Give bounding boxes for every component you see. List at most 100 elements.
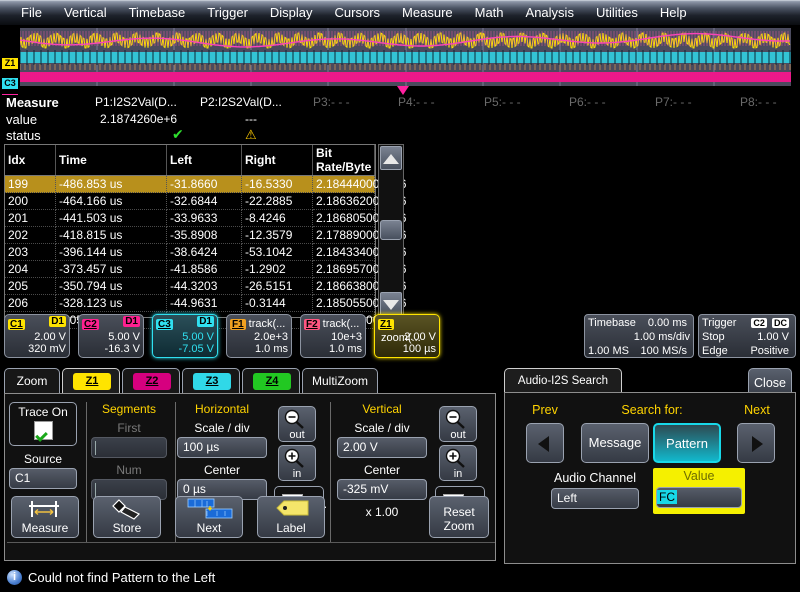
- measure-slot-p7-name[interactable]: P7:- - -: [655, 95, 692, 109]
- menu-item-measure[interactable]: Measure: [391, 5, 464, 21]
- next-button[interactable]: Next: [175, 496, 243, 538]
- descriptor-tag[interactable]: F2: [304, 319, 320, 330]
- descriptor-z1[interactable]: Z1zoom(...2.00 V100 µs: [374, 314, 440, 358]
- menu-item-math[interactable]: Math: [464, 5, 515, 21]
- descriptor-tag[interactable]: Z1: [378, 319, 394, 330]
- descriptor-tag[interactable]: C3: [156, 319, 173, 330]
- column-header-time[interactable]: Time: [56, 145, 167, 176]
- zoom-tab-z3[interactable]: Z3: [182, 368, 240, 394]
- measure-button[interactable]: Measure: [11, 496, 79, 538]
- vertical-center-field[interactable]: -325 mV: [337, 479, 427, 500]
- menu-item-trigger[interactable]: Trigger: [196, 5, 259, 21]
- scroll-down-button[interactable]: [380, 292, 402, 316]
- horizontal-zoom-in-button[interactable]: in: [278, 445, 316, 481]
- zoom-tab-z2[interactable]: Z2: [122, 368, 180, 394]
- vertical-zoom-in-button[interactable]: in: [439, 445, 477, 481]
- segments-first-field[interactable]: [91, 437, 167, 458]
- descriptor-c3[interactable]: C3D15.00 V-7.05 V: [152, 314, 218, 358]
- zoom-tab-multizoom[interactable]: MultiZoom: [302, 368, 378, 394]
- descriptor-probe-tag[interactable]: D1: [197, 316, 214, 327]
- horizontal-scale-field[interactable]: 100 µs: [177, 437, 267, 458]
- next-search-button[interactable]: [737, 423, 775, 463]
- vertical-scale-field[interactable]: 2.00 V: [337, 437, 427, 458]
- measure-slot-p3-name[interactable]: P3:- - -: [313, 95, 350, 109]
- measure-slot-p6-name[interactable]: P6:- - -: [569, 95, 606, 109]
- menu-item-timebase[interactable]: Timebase: [118, 5, 197, 21]
- column-header-right[interactable]: Right: [242, 145, 313, 176]
- descriptor-tag[interactable]: C1: [8, 319, 25, 330]
- table-row[interactable]: 202-418.815 us-35.8908-12.35792.17889000…: [5, 227, 375, 244]
- trigger-descriptor[interactable]: Trigger C2 DC Stop 1.00 V Edge Positive: [698, 314, 796, 358]
- trigger-coupling-badge[interactable]: DC: [772, 318, 789, 328]
- descriptor-tag[interactable]: F1: [230, 319, 246, 330]
- search-message-button[interactable]: Message: [581, 423, 649, 463]
- audio-i2s-search-tab[interactable]: Audio-I2S Search: [504, 368, 622, 395]
- descriptor-f2[interactable]: F2track(...10e+31.0 ms: [300, 314, 366, 358]
- scrollbar-thumb[interactable]: [380, 220, 402, 240]
- descriptor-offset: 1.0 ms: [304, 343, 362, 355]
- menu-item-help[interactable]: Help: [649, 5, 698, 21]
- menu-bar: FileVerticalTimebaseTriggerDisplayCursor…: [0, 0, 800, 25]
- measure-slot-p1-name[interactable]: P1:I2S2Val(D...: [95, 95, 177, 109]
- reset-zoom-button[interactable]: Reset Zoom: [429, 496, 489, 538]
- descriptor-c2[interactable]: C2D15.00 V-16.3 V: [78, 314, 144, 358]
- trace-on-checkbox[interactable]: [34, 421, 53, 440]
- label-button[interactable]: Label: [257, 496, 325, 538]
- horizontal-zoom-out-button[interactable]: out: [278, 406, 316, 442]
- trigger-position-marker[interactable]: [397, 86, 409, 95]
- timebase-descriptor[interactable]: Timebase 0.00 ms 1.00 ms/div 1.00 MS 100…: [584, 314, 694, 358]
- store-button[interactable]: Store: [93, 496, 161, 538]
- menu-item-analysis[interactable]: Analysis: [515, 5, 585, 21]
- timebase-scale: 1.00 ms/div: [634, 331, 690, 343]
- waveform-display[interactable]: Z1 C3 C2 ▼: [0, 26, 800, 94]
- source-field[interactable]: C1: [9, 468, 77, 489]
- audio-channel-field[interactable]: Left: [551, 488, 639, 509]
- descriptor-tag[interactable]: C2: [82, 319, 99, 330]
- source-label: Source: [9, 452, 77, 466]
- measure-slot-p5-name[interactable]: P5:- - -: [484, 95, 521, 109]
- descriptor-probe-tag[interactable]: D1: [49, 316, 66, 327]
- descriptor-f1[interactable]: F1track(...2.0e+31.0 ms: [226, 314, 292, 358]
- descriptor-probe-tag[interactable]: D1: [123, 316, 140, 327]
- table-row[interactable]: 205-350.794 us-44.3203-26.51512.18663800…: [5, 278, 375, 295]
- waveform-grid[interactable]: [20, 28, 791, 86]
- cell-time: -373.457 us: [56, 261, 167, 278]
- zoom-tab-z4[interactable]: Z4: [242, 368, 300, 394]
- measure-slot-p8-name[interactable]: P8:- - -: [740, 95, 777, 109]
- trace-on-box[interactable]: Trace On: [9, 402, 77, 446]
- menu-item-vertical[interactable]: Vertical: [53, 5, 118, 21]
- column-header-idx[interactable]: Idx: [5, 145, 56, 176]
- prev-search-button[interactable]: [526, 423, 564, 463]
- table-scrollbar[interactable]: [378, 144, 404, 318]
- scroll-up-button[interactable]: [380, 146, 402, 170]
- oscilloscope-screen: FileVerticalTimebaseTriggerDisplayCursor…: [0, 0, 800, 592]
- trigger-source-badge[interactable]: C2: [751, 318, 767, 328]
- table-row[interactable]: 204-373.457 us-41.8586-1.29022.186957000…: [5, 261, 375, 278]
- column-header-bitrate[interactable]: Bit Rate/Byte: [313, 145, 375, 176]
- table-row[interactable]: 201-441.503 us-33.9633-8.42462.186805000…: [5, 210, 375, 227]
- trace-label-c3[interactable]: C3: [2, 78, 18, 89]
- vertical-zoom-out-button[interactable]: out: [439, 406, 477, 442]
- cell-idx: 205: [5, 278, 56, 295]
- menu-item-file[interactable]: File: [10, 5, 53, 21]
- table-row[interactable]: 199-486.853 us-31.8660-16.53302.18444000…: [5, 176, 375, 193]
- menu-item-display[interactable]: Display: [259, 5, 324, 21]
- measure-slot-p2-name[interactable]: P2:I2S2Val(D...: [200, 95, 282, 109]
- table-row[interactable]: 206-328.123 us-44.9631-0.31442.185055000…: [5, 295, 375, 312]
- trace-label-z1[interactable]: Z1: [2, 58, 18, 69]
- column-header-left[interactable]: Left: [167, 145, 242, 176]
- zoom-tab-zoom[interactable]: Zoom: [4, 368, 60, 394]
- descriptor-c1[interactable]: C1D12.00 V320 mV: [4, 314, 70, 358]
- store-button-label: Store: [94, 521, 160, 535]
- cell-left: -41.8586: [167, 261, 242, 278]
- measure-results-table[interactable]: Idx Time Left Right Bit Rate/Byte 199-48…: [4, 144, 376, 318]
- search-pattern-button[interactable]: Pattern: [653, 423, 721, 463]
- value-field[interactable]: FC: [656, 487, 742, 508]
- measure-slot-p4-name[interactable]: P4:- - -: [398, 95, 435, 109]
- zoom-tab-z1[interactable]: Z1: [62, 368, 120, 394]
- menu-item-cursors[interactable]: Cursors: [324, 5, 392, 21]
- menu-item-utilities[interactable]: Utilities: [585, 5, 649, 21]
- table-row[interactable]: 203-396.144 us-38.6424-53.10422.18433400…: [5, 244, 375, 261]
- cell-idx: 204: [5, 261, 56, 278]
- table-row[interactable]: 200-464.166 us-32.6844-22.28852.18636200…: [5, 193, 375, 210]
